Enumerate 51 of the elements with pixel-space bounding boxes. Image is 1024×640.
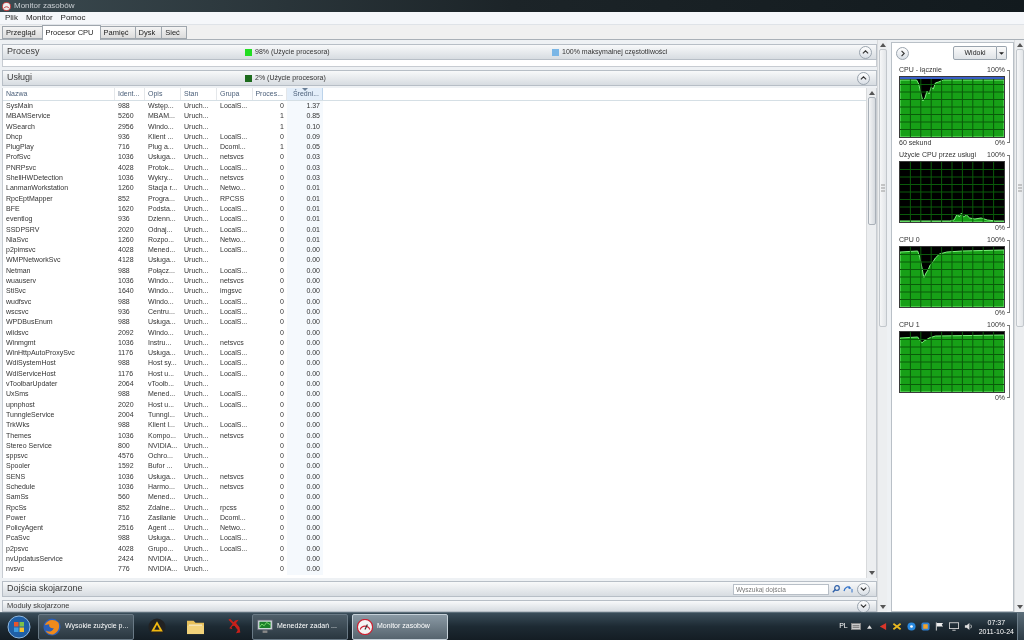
menu-item[interactable]: Plik <box>1 12 22 24</box>
refresh-icon[interactable] <box>843 585 853 593</box>
cross-icon[interactable] <box>891 622 902 631</box>
scrollbar[interactable] <box>877 40 887 612</box>
chevron-up-icon <box>860 76 867 80</box>
screen-icon[interactable] <box>948 622 959 631</box>
chevron-up-icon <box>862 50 869 54</box>
keyboard-icon[interactable] <box>850 623 861 630</box>
monitor-icon <box>257 619 273 634</box>
scroll-up-icon[interactable] <box>1016 43 1023 47</box>
scroll-down-icon[interactable] <box>868 571 875 575</box>
views-dropdown-button[interactable] <box>997 46 1007 60</box>
scroll-up-icon[interactable] <box>879 43 886 47</box>
search-icon[interactable] <box>832 585 840 593</box>
show-hidden-icon[interactable] <box>866 624 872 629</box>
collapse-button[interactable] <box>859 45 872 59</box>
speaker-icon[interactable] <box>963 622 973 631</box>
grip-icon <box>880 184 885 192</box>
collapse-button[interactable] <box>857 71 870 85</box>
app-tray-icon[interactable] <box>920 622 930 631</box>
show-desktop-button[interactable] <box>1017 612 1024 640</box>
section-title: Procesy <box>7 45 41 59</box>
collapse-button[interactable] <box>857 599 870 613</box>
collapse-button[interactable] <box>857 582 870 596</box>
grip-icon <box>1017 184 1022 192</box>
sort-arrow-icon <box>302 88 308 91</box>
window-title: Monitor zasobów <box>14 0 75 12</box>
scrollbar[interactable] <box>1014 40 1024 612</box>
scrollbar[interactable] <box>866 88 876 578</box>
caret-icon <box>999 51 1004 55</box>
section-title: Usługi <box>7 71 33 85</box>
gauge-icon <box>357 618 373 635</box>
orb-icon <box>7 614 31 639</box>
arrow-icon[interactable] <box>877 622 887 631</box>
globe-icon <box>43 617 61 636</box>
scrollbar-thumb[interactable] <box>867 97 876 225</box>
scroll-down-icon[interactable] <box>1016 605 1023 609</box>
expand-panel-button[interactable] <box>896 46 909 60</box>
scrollbar-thumb[interactable] <box>878 49 887 327</box>
chevron-right-icon <box>900 49 905 57</box>
chevron-down-icon <box>860 604 867 608</box>
folder-icon <box>185 618 205 635</box>
flag-icon[interactable] <box>934 622 944 631</box>
scroll-up-icon[interactable] <box>868 91 875 95</box>
section-title: Dojścia skojarzone <box>7 582 84 596</box>
menu-item[interactable]: Pomoc <box>56 12 90 24</box>
scrollbar-thumb[interactable] <box>1015 49 1024 327</box>
scroll-down-icon[interactable] <box>879 605 886 609</box>
chevron-down-icon <box>860 587 867 591</box>
disc-icon[interactable] <box>906 622 916 631</box>
menu-item[interactable]: Monitor <box>21 12 57 24</box>
